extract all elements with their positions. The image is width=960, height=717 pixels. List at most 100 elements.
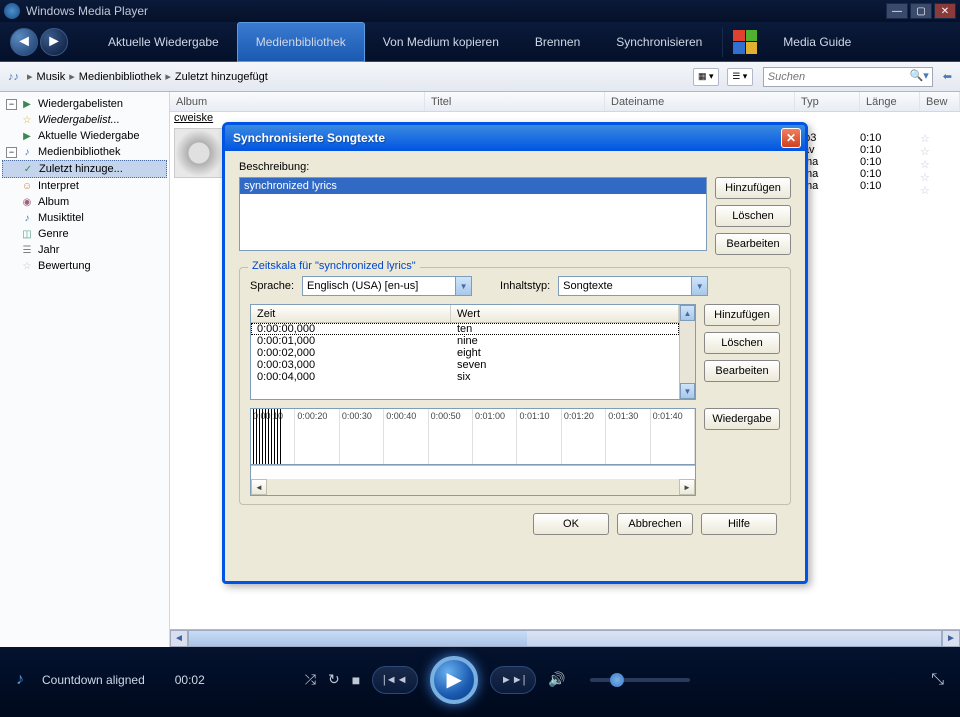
grid-row[interactable]: 0:00:04,000six xyxy=(251,371,679,383)
nav-tab-burn[interactable]: Brennen xyxy=(517,22,598,62)
tree-playlist-item[interactable]: ☆Wiedergabelist... xyxy=(2,112,167,128)
crumb-library[interactable]: Medienbibliothek xyxy=(79,71,162,83)
nav-tab-library[interactable]: Medienbibliothek xyxy=(237,22,365,62)
scroll-up-icon[interactable]: ▲ xyxy=(680,305,695,321)
nav-back-button[interactable]: ◄ xyxy=(10,28,38,56)
player-bar: ♪ Countdown aligned 00:02 ⤮ ↻ ■ |◄◄ ▶ ►►… xyxy=(0,647,960,712)
rating-stars-icon[interactable]: ☆ xyxy=(920,171,950,184)
scroll-right-icon[interactable]: ► xyxy=(679,479,695,495)
now-playing-time: 00:02 xyxy=(175,673,205,687)
description-item[interactable]: synchronized lyrics xyxy=(240,178,706,194)
next-button[interactable]: ►►| xyxy=(490,666,536,694)
nav-tab-sync[interactable]: Synchronisieren xyxy=(598,22,720,62)
timeline-view[interactable]: 0:00:100:00:200:00:300:00:400:00:500:01:… xyxy=(250,408,696,496)
repeat-button[interactable]: ↻ xyxy=(328,671,340,688)
rating-stars-icon[interactable]: ☆ xyxy=(920,132,950,145)
crumb-recent[interactable]: Zuletzt hinzugefügt xyxy=(175,71,268,83)
grid-row[interactable]: 0:00:01,000nine xyxy=(251,335,679,347)
view-options-button[interactable]: ☰ ▾ xyxy=(727,68,753,86)
track-length: 0:10 xyxy=(860,132,920,144)
close-button[interactable]: ✕ xyxy=(934,3,956,19)
nav-tab-rip[interactable]: Von Medium kopieren xyxy=(365,22,517,62)
view-layout-button[interactable]: ▦ ▾ xyxy=(693,68,719,86)
now-playing-title: Countdown aligned xyxy=(42,673,145,687)
scroll-down-icon[interactable]: ▼ xyxy=(680,383,695,399)
ok-button[interactable]: OK xyxy=(533,513,609,535)
tree-year[interactable]: ☰Jahr xyxy=(2,242,167,258)
col-title[interactable]: Titel xyxy=(425,92,605,111)
previous-button[interactable]: |◄◄ xyxy=(372,666,418,694)
grid-col-value[interactable]: Wert xyxy=(451,305,679,322)
description-label: Beschreibung: xyxy=(239,161,791,173)
search-input[interactable] xyxy=(763,67,933,87)
time-value-grid[interactable]: Zeit Wert 0:00:00,000ten 0:00:01,000nine… xyxy=(250,304,696,400)
tree-library[interactable]: −♪Medienbibliothek xyxy=(2,144,167,160)
rating-stars-icon[interactable]: ☆ xyxy=(920,184,950,197)
back-arrow-icon[interactable]: ⬅ xyxy=(943,70,952,83)
grid-row[interactable]: 0:00:00,000ten xyxy=(251,323,679,335)
tree-album[interactable]: ◉Album xyxy=(2,194,167,210)
nav-forward-button[interactable]: ► xyxy=(40,28,68,56)
col-album[interactable]: Album xyxy=(170,92,425,111)
desc-edit-button[interactable]: Bearbeiten xyxy=(715,233,791,255)
tree-artist[interactable]: ☺Interpret xyxy=(2,178,167,194)
scroll-left-icon[interactable]: ◄ xyxy=(170,630,188,647)
collapse-icon[interactable]: − xyxy=(6,147,17,158)
track-length: 0:10 xyxy=(860,180,920,192)
shuffle-button[interactable]: ⤮ xyxy=(305,671,316,688)
collapse-icon[interactable]: − xyxy=(6,99,17,110)
music-icon: ♪♪ xyxy=(8,71,19,83)
volume-slider[interactable] xyxy=(590,678,690,682)
tree-recently-added[interactable]: ✓Zuletzt hinzuge... xyxy=(2,160,167,178)
playback-button[interactable]: Wiedergabe xyxy=(704,408,780,430)
col-length[interactable]: Länge xyxy=(860,92,920,111)
grid-row[interactable]: 0:00:02,000eight xyxy=(251,347,679,359)
language-label: Sprache: xyxy=(250,280,294,292)
horizontal-scrollbar[interactable]: ◄ ► xyxy=(170,629,960,647)
now-playing-icon: ♪ xyxy=(16,671,34,689)
dialog-titlebar[interactable]: Synchronisierte Songtexte ✕ xyxy=(225,125,805,151)
desc-add-button[interactable]: Hinzufügen xyxy=(715,177,791,199)
chevron-down-icon[interactable]: ▼ xyxy=(691,277,707,295)
grid-edit-button[interactable]: Bearbeiten xyxy=(704,360,780,382)
group-legend: Zeitskala für "synchronized lyrics" xyxy=(248,260,420,272)
dialog-close-button[interactable]: ✕ xyxy=(781,128,801,148)
grid-row[interactable]: 0:00:03,000seven xyxy=(251,359,679,371)
chevron-down-icon[interactable]: ▼ xyxy=(455,277,471,295)
help-button[interactable]: Hilfe xyxy=(701,513,777,535)
nav-tab-now-playing[interactable]: Aktuelle Wiedergabe xyxy=(90,22,237,62)
contenttype-combobox[interactable]: Songtexte▼ xyxy=(558,276,708,296)
nav-media-guide[interactable]: Media Guide xyxy=(765,22,869,62)
rating-stars-icon[interactable]: ☆ xyxy=(920,158,950,171)
tree-now-playing[interactable]: ▶Aktuelle Wiedergabe xyxy=(2,128,167,144)
grid-col-time[interactable]: Zeit xyxy=(251,305,451,322)
minimize-button[interactable]: — xyxy=(886,3,908,19)
maximize-button[interactable]: ▢ xyxy=(910,3,932,19)
col-type[interactable]: Typ xyxy=(795,92,860,111)
col-filename[interactable]: Dateiname xyxy=(605,92,795,111)
dialog-title: Synchronisierte Songtexte xyxy=(233,131,781,145)
tree-genre[interactable]: ◫Genre xyxy=(2,226,167,242)
rating-stars-icon[interactable]: ☆ xyxy=(920,145,950,158)
cancel-button[interactable]: Abbrechen xyxy=(617,513,693,535)
timeline-scrollbar[interactable]: ◄► xyxy=(251,479,695,495)
crumb-music[interactable]: Musik xyxy=(37,71,66,83)
fullscreen-toggle-icon[interactable]: ⤡ xyxy=(931,671,944,689)
volume-icon[interactable]: 🔊 xyxy=(548,671,565,688)
grid-add-button[interactable]: Hinzufügen xyxy=(704,304,780,326)
play-button[interactable]: ▶ xyxy=(430,656,478,704)
tree-rating[interactable]: ☆Bewertung xyxy=(2,258,167,274)
scroll-left-icon[interactable]: ◄ xyxy=(251,479,267,495)
sync-lyrics-dialog: Synchronisierte Songtexte ✕ Beschreibung… xyxy=(222,122,808,584)
search-icon[interactable]: 🔍▾ xyxy=(910,69,929,82)
stop-button[interactable]: ■ xyxy=(352,672,360,688)
language-combobox[interactable]: Englisch (USA) [en-us]▼ xyxy=(302,276,472,296)
tree-songs[interactable]: ♪Musiktitel xyxy=(2,210,167,226)
description-listbox[interactable]: synchronized lyrics xyxy=(239,177,707,251)
tree-playlists[interactable]: −▶Wiedergabelisten xyxy=(2,96,167,112)
grid-vertical-scrollbar[interactable]: ▲ ▼ xyxy=(679,305,695,399)
col-rating[interactable]: Bew xyxy=(920,92,960,111)
grid-delete-button[interactable]: Löschen xyxy=(704,332,780,354)
desc-delete-button[interactable]: Löschen xyxy=(715,205,791,227)
scroll-right-icon[interactable]: ► xyxy=(942,630,960,647)
